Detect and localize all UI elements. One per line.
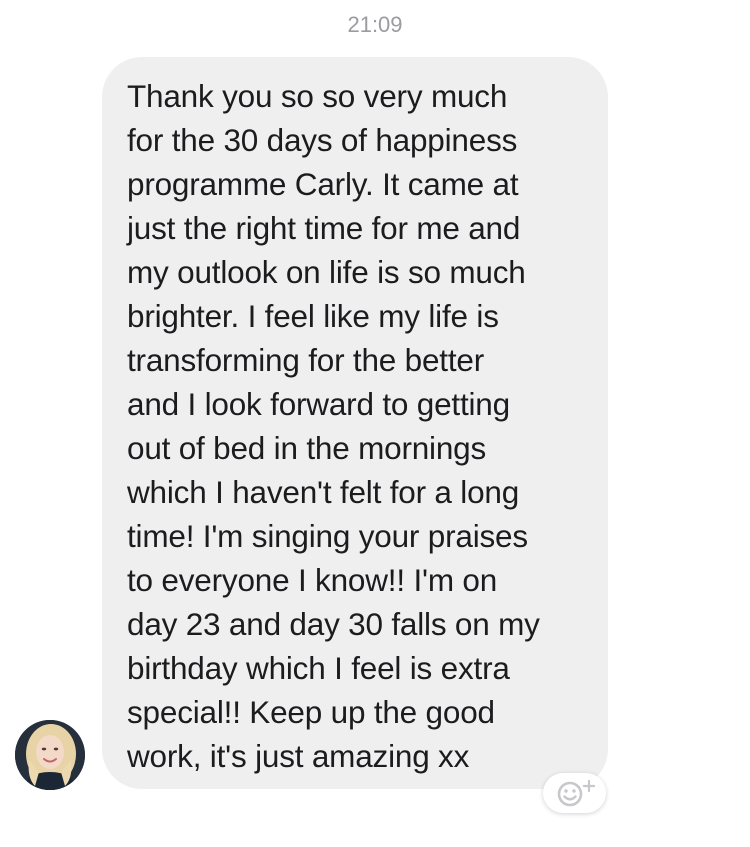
message-line: Thank you so so very much xyxy=(127,78,508,114)
message-line: my outlook on life is so much xyxy=(127,254,526,290)
message-line: time! I'm singing your praises xyxy=(127,518,528,554)
message-bubble[interactable]: Thank you so so very much for the 30 day… xyxy=(102,57,608,789)
message-line: programme Carly. It came at xyxy=(127,166,519,202)
message-line: for the 30 days of happiness xyxy=(127,122,518,158)
message-timestamp: 21:09 xyxy=(347,12,403,37)
message-line: to everyone I know!! I'm on xyxy=(127,562,498,598)
message-text: Thank you so so very much for the 30 day… xyxy=(127,74,590,778)
message-line: day 23 and day 30 falls on my xyxy=(127,606,540,642)
message-line: just the right time for me and xyxy=(127,210,521,246)
message-line: birthday which I feel is extra xyxy=(127,650,510,686)
message-line: out of bed in the mornings xyxy=(127,430,487,466)
message-line: special!! Keep up the good xyxy=(127,694,495,730)
avatar-photo-icon xyxy=(15,720,85,790)
message-line: which I haven't felt for a long xyxy=(127,474,520,510)
message-line: and I look forward to getting xyxy=(127,386,510,422)
sender-avatar[interactable] xyxy=(15,720,85,790)
add-reaction-smiley-icon xyxy=(557,779,595,807)
add-reaction-button[interactable] xyxy=(543,773,606,813)
message-line: work, it's just amazing xx xyxy=(127,738,470,774)
message-line: transforming for the better xyxy=(127,342,485,378)
message-line: brighter. I feel like my life is xyxy=(127,298,499,334)
